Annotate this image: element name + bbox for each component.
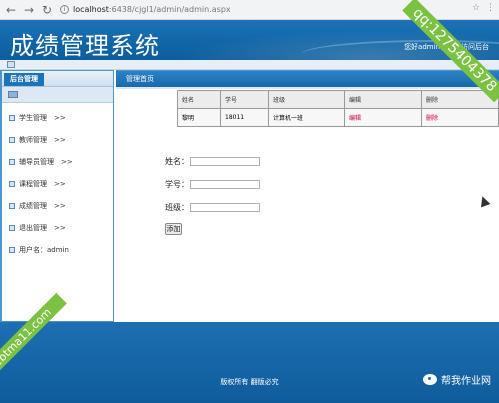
delete-link[interactable]: 删除 xyxy=(426,115,438,122)
delete-link-cell: 删除 xyxy=(421,108,499,127)
panel-title: 管理首页 xyxy=(116,71,499,87)
brand-watermark: 帮我作业网 xyxy=(423,372,491,387)
cell-id: 18011 xyxy=(220,108,269,127)
sidebar-item-label: 用户名：admin xyxy=(19,246,69,254)
sidebar-item-label: 成绩管理 >> xyxy=(19,202,66,210)
sidebar-item-label: 辅导员管理 >> xyxy=(19,158,73,166)
sidebar-item-grades[interactable]: 成绩管理 >> xyxy=(2,195,113,217)
sidebar-menu: 学生管理 >> 教师管理 >> 辅导员管理 >> 课程管理 >> 成绩管理 >>… xyxy=(2,103,113,261)
edit-link[interactable]: 编辑 xyxy=(349,115,361,122)
add-student-form: 姓名： 学号： 班级： 添加 xyxy=(165,154,260,235)
page-icon xyxy=(9,181,15,187)
page-icon xyxy=(9,225,15,231)
url-host: localhost xyxy=(73,5,109,14)
page-icon xyxy=(9,159,15,165)
wechat-icon xyxy=(423,374,437,385)
star-icon[interactable]: ☆ xyxy=(472,3,480,13)
browser-actions: ☆ ⋮ xyxy=(472,3,495,13)
table-row: 黎明 18011 计算机一班 编辑 删除 xyxy=(177,108,499,127)
form-row-class: 班级： xyxy=(165,200,260,214)
reload-icon[interactable]: ↻ xyxy=(40,3,54,17)
site-title: 成绩管理系统 xyxy=(10,32,160,60)
info-icon[interactable]: i xyxy=(60,5,69,14)
cell-name: 黎明 xyxy=(177,108,221,127)
add-button[interactable]: 添加 xyxy=(165,223,182,235)
page-icon xyxy=(9,115,15,121)
table-header-row: 姓名 学号 班级 编辑 删除 xyxy=(177,90,499,109)
toolbar-strip xyxy=(0,60,499,70)
sidebar-item-student[interactable]: 学生管理 >> xyxy=(2,107,113,129)
mouse-cursor xyxy=(477,194,491,208)
class-field[interactable] xyxy=(190,202,260,212)
sidebar-item-logout[interactable]: 退出管理 >> xyxy=(2,217,113,239)
page-icon xyxy=(9,203,15,209)
forward-icon[interactable]: → xyxy=(22,3,36,17)
sidebar-tab[interactable]: 后台管理 xyxy=(4,73,44,86)
main-panel: 管理首页 姓名 学号 班级 编辑 删除 黎明 18011 计算机一班 编辑 删除… xyxy=(116,70,499,322)
class-label: 班级： xyxy=(165,202,189,212)
sidebar-item-course[interactable]: 课程管理 >> xyxy=(2,173,113,195)
page-icon xyxy=(9,137,15,143)
edit-link-cell: 编辑 xyxy=(344,108,422,127)
column-header-class: 班级 xyxy=(268,90,345,109)
cell-class: 计算机一班 xyxy=(268,108,345,127)
sidebar-item-label: 课程管理 >> xyxy=(19,180,66,188)
name-label: 姓名： xyxy=(165,156,189,166)
user-icon xyxy=(9,247,15,253)
sidebar-item-label: 教师管理 >> xyxy=(19,136,66,144)
student-id-field[interactable] xyxy=(190,179,260,189)
panel-subheader xyxy=(116,87,499,89)
sidebar-subheader xyxy=(2,87,113,103)
sidebar-item-username: 用户名：admin xyxy=(2,239,113,261)
window-icon[interactable] xyxy=(7,61,15,68)
column-header-edit: 编辑 xyxy=(344,90,422,109)
folder-icon xyxy=(8,91,18,98)
sidebar-item-label: 学生管理 >> xyxy=(19,114,66,122)
sidebar-header: 后台管理 xyxy=(2,71,113,87)
menu-icon[interactable]: ⋮ xyxy=(486,3,495,13)
sidebar-item-teacher[interactable]: 教师管理 >> xyxy=(2,129,113,151)
student-table: 姓名 学号 班级 编辑 删除 黎明 18011 计算机一班 编辑 删除 xyxy=(177,90,499,127)
url-path: :6438/cjgl1/admin/admin.aspx xyxy=(108,5,231,14)
form-row-name: 姓名： xyxy=(165,154,260,168)
name-field[interactable] xyxy=(190,156,260,166)
brand-text: 帮我作业网 xyxy=(441,376,491,387)
sidebar: 后台管理 学生管理 >> 教师管理 >> 辅导员管理 >> 课程管理 >> 成绩… xyxy=(0,70,114,322)
sidebar-item-label: 退出管理 >> xyxy=(19,224,66,232)
back-icon[interactable]: ← xyxy=(4,3,18,17)
column-header-id: 学号 xyxy=(220,90,269,109)
id-label: 学号： xyxy=(165,179,189,189)
form-row-id: 学号： xyxy=(165,177,260,191)
column-header-name: 姓名 xyxy=(177,90,221,109)
sidebar-item-counselor[interactable]: 辅导员管理 >> xyxy=(2,151,113,173)
site-footer: 版权所有 翻版必究 xyxy=(0,322,499,403)
